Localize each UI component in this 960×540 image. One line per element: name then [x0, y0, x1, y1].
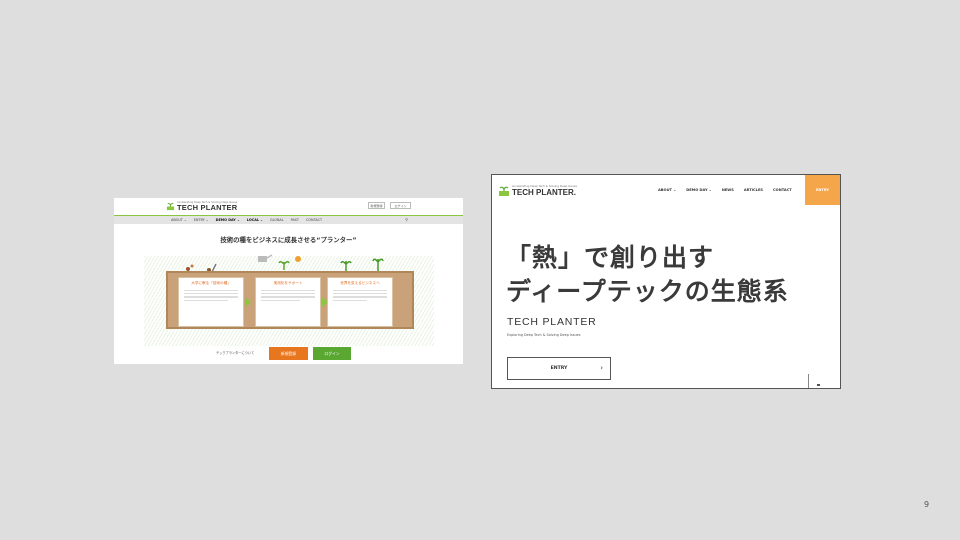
step-box-support: 実用化をサポート: [255, 277, 321, 327]
left-logo-name: TECH PLANTER: [177, 203, 238, 212]
slide-page-number: 9: [924, 500, 930, 509]
entry-button-label: ENTRY: [550, 366, 568, 371]
left-site-header: Accelerating Deep Tech & Solving Deep Is…: [114, 198, 463, 215]
planter-logo-icon: [499, 186, 509, 196]
header-login-button[interactable]: ログイン: [390, 202, 411, 209]
nav-item-contact[interactable]: CONTACT: [306, 218, 322, 222]
nav-item-global[interactable]: GLOBAL: [270, 218, 284, 222]
hero-headline: 「熱」で創り出す ディープテックの生態系: [506, 241, 789, 309]
right-site-nav: ABOUT ⌄ DEMO DAY ⌄ NEWS ARTICLES CONTACT: [658, 188, 802, 192]
hero-headline-line1: 「熱」で創り出す: [506, 243, 715, 272]
brand-name: TECH PLANTER: [507, 316, 597, 328]
header-register-button[interactable]: 新規登録: [368, 202, 385, 209]
hero-headline-line2: ディープテックの生態系: [506, 277, 789, 306]
right-site-logo[interactable]: Accelerating Deep Tech & Solving Deep Is…: [498, 185, 577, 197]
scroll-indicator-line: [808, 374, 809, 388]
left-website-screenshot: Accelerating Deep Tech & Solving Deep Is…: [114, 198, 463, 364]
nav-item-news[interactable]: NEWS: [722, 188, 734, 192]
left-hero-title: 技術の種をビジネスに成長させる“プランター”: [220, 236, 357, 244]
nav-item-contact[interactable]: CONTACT: [773, 188, 792, 192]
step-title-business: 世界を変えるビジネスへ: [340, 281, 380, 285]
nav-item-demo-day[interactable]: DEMO DAY ⌄: [216, 218, 240, 222]
step-box-seed: 大学に眠る「技術の種」: [178, 277, 244, 327]
arrow-right-icon: [245, 297, 251, 307]
nav-item-local[interactable]: LOCAL ⌄: [247, 218, 263, 222]
about-tech-planter-link[interactable]: テックプランターについて: [216, 347, 254, 360]
scroll-indicator-dot: [817, 384, 820, 386]
left-site-nav: ABOUT ⌄ ENTRY ⌄ DEMO DAY ⌄ LOCAL ⌄ GLOBA…: [114, 215, 463, 224]
nav-item-articles[interactable]: ARTICLES: [744, 188, 763, 192]
nav-item-about[interactable]: ABOUT ⌄: [658, 188, 676, 192]
right-logo-name: TECH PLANTER.: [512, 188, 576, 197]
left-site-logo[interactable]: Accelerating Deep Tech & Solving Deep Is…: [166, 201, 237, 212]
nav-item-about[interactable]: ABOUT ⌄: [171, 218, 187, 222]
entry-button[interactable]: ENTRY ›: [507, 357, 611, 380]
register-button[interactable]: 新規登録: [269, 347, 308, 360]
nav-item-past[interactable]: PAST: [291, 218, 299, 222]
step-title-seed: 大学に眠る「技術の種」: [191, 281, 231, 285]
right-website-screenshot: Accelerating Deep Tech & Solving Deep Is…: [491, 174, 841, 389]
nav-item-demo-day[interactable]: DEMO DAY ⌄: [686, 188, 712, 192]
login-button[interactable]: ログイン: [313, 347, 351, 360]
nav-item-entry[interactable]: ENTRY ⌄: [194, 218, 209, 222]
chevron-right-icon: ›: [600, 364, 603, 372]
watering-can-sun-illustration: [258, 254, 301, 270]
header-entry-button[interactable]: ENTRY: [805, 175, 840, 205]
search-icon[interactable]: ⚲: [405, 217, 408, 222]
brand-subtitle: Exploring Deep Tech & Solving Deep Issue…: [507, 333, 581, 337]
planter-logo-icon: [166, 203, 175, 211]
step-title-support: 実用化をサポート: [273, 281, 303, 285]
step-box-business: 世界を変えるビジネスへ: [327, 277, 393, 327]
